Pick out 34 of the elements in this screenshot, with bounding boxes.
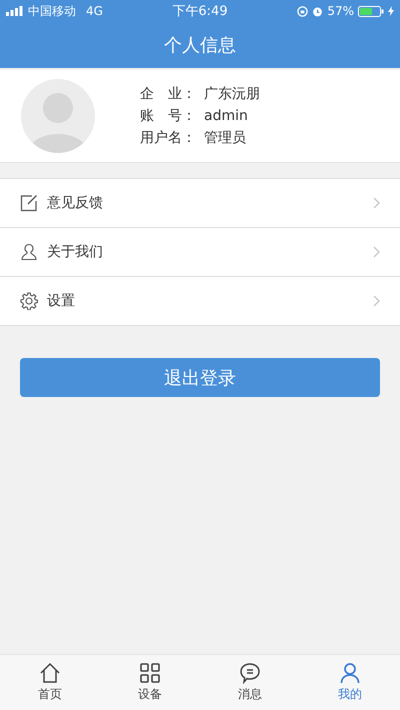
chevron-right-icon bbox=[373, 295, 380, 307]
signal-icon bbox=[6, 6, 24, 16]
field-label: 账 号： bbox=[140, 106, 197, 126]
person-icon bbox=[20, 243, 38, 261]
edit-icon bbox=[20, 194, 38, 212]
menu-item[interactable]: 意见反馈 bbox=[0, 179, 400, 228]
chevron-right-icon bbox=[373, 197, 380, 209]
tab[interactable]: 设备 bbox=[100, 655, 200, 710]
field-value: 广东沅朋 bbox=[204, 84, 260, 104]
carrier-name: 中国移动 bbox=[28, 2, 76, 20]
field-label: 用户名： bbox=[140, 128, 197, 148]
field-value: admin bbox=[204, 106, 248, 126]
alarm-icon bbox=[312, 6, 324, 16]
grid-icon bbox=[139, 662, 161, 684]
home-icon bbox=[39, 662, 61, 684]
menu-item[interactable]: 关于我们 bbox=[0, 228, 400, 277]
field-label: 企 业： bbox=[140, 84, 197, 104]
tab[interactable]: 我的 bbox=[300, 655, 400, 710]
avatar-icon bbox=[20, 78, 96, 154]
network-type: 4G bbox=[86, 4, 103, 18]
battery-icon bbox=[358, 6, 384, 16]
person-icon bbox=[339, 662, 361, 684]
chat-bubble-icon bbox=[239, 662, 261, 684]
page-title: 个人信息 bbox=[164, 34, 236, 57]
settings-icon bbox=[20, 292, 38, 310]
chevron-right-icon bbox=[373, 246, 380, 258]
rotation-lock-icon bbox=[297, 6, 308, 16]
battery-percent: 57% bbox=[327, 4, 354, 18]
charging-icon bbox=[388, 6, 394, 16]
field-value: 管理员 bbox=[204, 128, 246, 148]
tab[interactable]: 首页 bbox=[0, 655, 100, 710]
tab[interactable]: 消息 bbox=[200, 655, 300, 710]
menu-item[interactable]: 设置 bbox=[0, 277, 400, 326]
status-time: 下午6:49 bbox=[172, 3, 228, 20]
